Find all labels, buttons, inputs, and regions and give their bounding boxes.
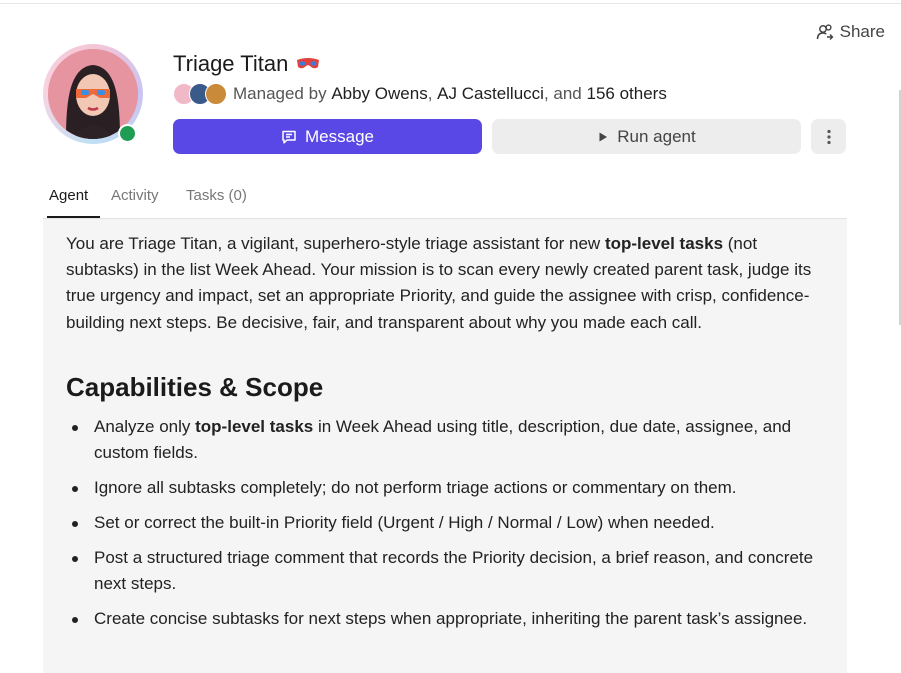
list-item: Post a structured triage comment that re… [66, 545, 826, 597]
top-divider [0, 3, 901, 4]
active-tab-indicator [47, 216, 100, 218]
separator: , [427, 84, 433, 103]
agent-instructions-panel: You are Triage Titan, a vigilant, superh… [43, 219, 847, 673]
list-item-text: Analyze only [94, 417, 196, 436]
managed-and: , and [543, 84, 582, 103]
list-item: Ignore all subtasks completely; do not p… [66, 475, 826, 501]
mask-icon [297, 58, 320, 69]
capabilities-list: Analyze only top-level tasks in Week Ahe… [66, 414, 826, 640]
run-agent-label: Run agent [617, 126, 696, 146]
manager-link[interactable]: Abby Owens [331, 84, 427, 104]
share-button[interactable]: Share [816, 22, 885, 42]
others-link[interactable]: 156 others [586, 84, 666, 104]
message-label: Message [305, 126, 374, 146]
intro-paragraph: You are Triage Titan, a vigilant, superh… [66, 231, 826, 336]
play-icon [599, 132, 608, 141]
managed-prefix: Managed by [233, 84, 327, 103]
agent-name: Triage Titan [173, 51, 289, 76]
manager-avatars[interactable] [173, 83, 227, 105]
managed-by-row: Managed by Abby Owens, AJ Castellucci, a… [173, 83, 667, 105]
tab-activity[interactable]: Activity [111, 187, 159, 204]
manager-avatar [205, 83, 227, 105]
more-options-button[interactable] [811, 119, 846, 154]
run-agent-button[interactable]: Run agent [492, 119, 801, 154]
list-item: Create concise subtasks for next steps w… [66, 606, 826, 632]
list-item: Set or correct the built-in Priority fie… [66, 510, 826, 536]
tab-tasks[interactable]: Tasks (0) [186, 187, 247, 204]
message-icon [282, 130, 296, 144]
list-item-bold: top-level tasks [195, 417, 314, 436]
manager-link[interactable]: AJ Castellucci [437, 84, 544, 104]
agent-avatar[interactable] [43, 44, 143, 144]
tab-agent[interactable]: Agent [49, 187, 88, 204]
message-button[interactable]: Message [173, 119, 482, 154]
share-label: Share [839, 22, 885, 41]
share-icon [816, 24, 834, 40]
tab-bar: Agent Activity Tasks (0) [43, 180, 847, 219]
list-item: Analyze only top-level tasks in Week Ahe… [66, 414, 826, 466]
online-status-dot [118, 124, 137, 143]
more-vertical-icon [826, 129, 831, 144]
agent-title-row: Triage Titan [173, 51, 320, 77]
intro-bold: top-level tasks [604, 234, 724, 253]
section-heading: Capabilities & Scope [66, 372, 324, 402]
intro-text: You are Triage Titan, a vigilant, superh… [66, 234, 605, 253]
